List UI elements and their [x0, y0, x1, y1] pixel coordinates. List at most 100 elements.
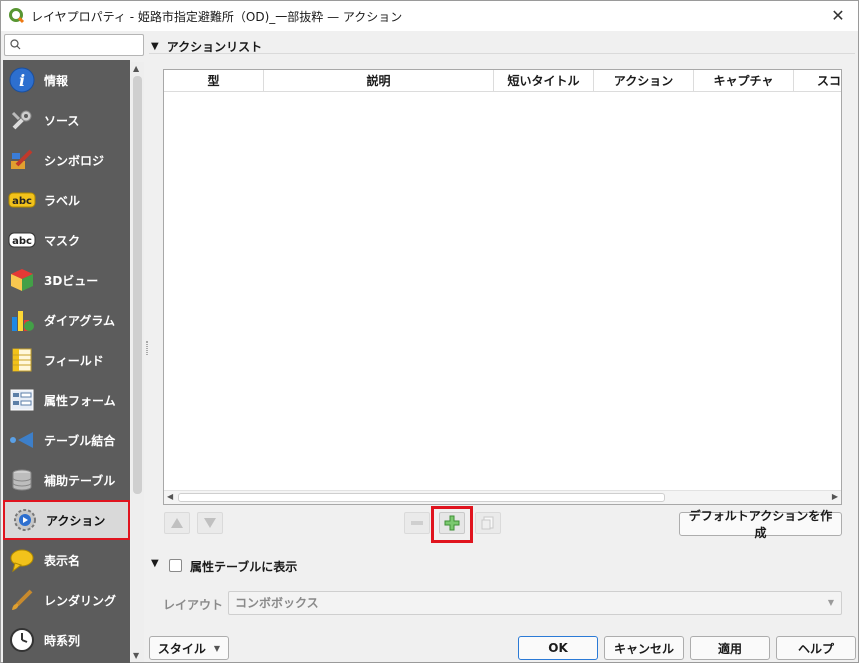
show-in-attribute-table-checkbox[interactable]: [169, 559, 182, 572]
sidebar-item-label: 補助テーブル: [44, 473, 116, 488]
search-box[interactable]: [4, 34, 144, 56]
database-icon: [8, 466, 36, 494]
layout-combobox[interactable]: コンボボックス ▼: [228, 591, 842, 615]
sidebar-item-info[interactable]: i 情報: [3, 60, 130, 100]
sidebar-item-label: 属性フォーム: [44, 393, 116, 408]
paint-brush-icon: [8, 586, 36, 614]
diagram-icon: [8, 306, 36, 334]
sidebar-item-label: レンダリング: [44, 593, 117, 608]
move-down-button[interactable]: [197, 512, 223, 534]
close-icon[interactable]: ✕: [828, 6, 848, 26]
sidebar-item-rendering[interactable]: レンダリング: [3, 580, 130, 620]
sidebar-item-diagrams[interactable]: ダイアグラム: [3, 300, 130, 340]
cube-3d-icon: [8, 266, 36, 294]
show-in-attribute-table-label-wrap: 属性テーブルに表示: [190, 558, 297, 575]
attr-table-section-header[interactable]: ▼: [151, 558, 167, 569]
sidebar-nav: i 情報 ソース シンボロジ abc ラベル abc マスク 3Dビュー ダイア…: [3, 60, 130, 663]
section-divider: [149, 53, 855, 54]
plus-icon: [444, 515, 460, 531]
window-title: レイヤプロパティ - 姫路市指定避難所（OD)_一部抜粋 — アクション: [31, 9, 403, 24]
create-default-actions-button[interactable]: デフォルトアクションを作成: [679, 509, 842, 540]
actions-table[interactable]: 型 説明 短いタイトル アクション キャプチャ スコ ◀ ▶: [163, 69, 842, 505]
scroll-up-icon[interactable]: ▲: [133, 64, 139, 73]
clock-icon: [8, 626, 36, 654]
duplicate-action-button[interactable]: [475, 512, 501, 534]
join-icon: [8, 426, 36, 454]
sidebar-scrollbar[interactable]: ▲ ▼: [131, 62, 144, 662]
fields-icon: [8, 346, 36, 374]
sidebar-item-display[interactable]: 表示名: [3, 540, 130, 580]
cancel-button[interactable]: キャンセル: [604, 636, 684, 660]
copy-icon: [481, 516, 494, 530]
column-header-type[interactable]: 型: [164, 70, 264, 91]
table-horizontal-scrollbar[interactable]: ◀ ▶: [164, 490, 841, 504]
sidebar-item-label: ソース: [44, 113, 80, 128]
label-abc-icon: abc: [8, 186, 36, 214]
scroll-down-icon[interactable]: ▼: [133, 651, 139, 660]
chevron-down-icon: ▼: [827, 598, 834, 607]
brush-icon: [8, 146, 36, 174]
column-header-scope[interactable]: スコ: [794, 70, 841, 91]
layout-combobox-value: コンボボックス: [235, 596, 319, 610]
title-bar: レイヤプロパティ - 姫路市指定避難所（OD)_一部抜粋 — アクション ✕: [1, 1, 858, 31]
sidebar-item-label: アクション: [46, 513, 106, 528]
sidebar-item-symbology[interactable]: シンボロジ: [3, 140, 130, 180]
speech-bubble-icon: [8, 546, 36, 574]
style-menu-button[interactable]: スタイル ▼: [149, 636, 229, 660]
sidebar-item-joins[interactable]: テーブル結合: [3, 420, 130, 460]
apply-button[interactable]: 適用: [690, 636, 770, 660]
layer-properties-window: レイヤプロパティ - 姫路市指定避難所（OD)_一部抜粋 — アクション ✕ i…: [0, 0, 859, 663]
qgis-logo-icon: [9, 8, 25, 24]
sidebar-item-attribute-form[interactable]: 属性フォーム: [3, 380, 130, 420]
actions-table-header: 型 説明 短いタイトル アクション キャプチャ スコ: [164, 70, 841, 92]
sidebar-scroll-thumb[interactable]: [133, 76, 142, 494]
sidebar: i 情報 ソース シンボロジ abc ラベル abc マスク 3Dビュー ダイア…: [2, 32, 144, 663]
dropdown-arrow-icon: ▼: [213, 643, 221, 653]
sidebar-item-mask[interactable]: abc マスク: [3, 220, 130, 260]
splitter-handle[interactable]: [146, 341, 148, 355]
svg-text:abc: abc: [12, 236, 32, 247]
sidebar-item-labels[interactable]: abc ラベル: [3, 180, 130, 220]
table-scroll-thumb[interactable]: [178, 493, 665, 502]
sidebar-item-label: シンボロジ: [44, 153, 105, 168]
sidebar-item-label: フィールド: [44, 353, 104, 368]
info-icon: i: [8, 66, 36, 94]
sidebar-item-label: 時系列: [44, 633, 81, 648]
sidebar-item-label: ラベル: [44, 193, 81, 208]
sidebar-item-actions[interactable]: アクション: [3, 500, 130, 540]
mask-abc-icon: abc: [8, 226, 36, 254]
layout-label: レイアウト: [163, 598, 224, 612]
svg-text:i: i: [19, 71, 25, 90]
column-header-action[interactable]: アクション: [594, 70, 694, 91]
sidebar-item-temporal[interactable]: 時系列: [3, 620, 130, 660]
sidebar-item-label: マスク: [44, 233, 81, 248]
sidebar-item-source[interactable]: ソース: [3, 100, 130, 140]
ok-button[interactable]: OK: [518, 636, 598, 660]
collapse-triangle-icon: ▼: [151, 558, 159, 569]
remove-action-button[interactable]: [404, 512, 430, 534]
search-input[interactable]: [23, 36, 141, 54]
move-up-button[interactable]: [164, 512, 190, 534]
svg-text:abc: abc: [12, 196, 32, 207]
arrow-down-icon: [204, 518, 216, 528]
search-icon: [10, 39, 21, 50]
sidebar-item-fields[interactable]: フィールド: [3, 340, 130, 380]
help-button[interactable]: ヘルプ: [776, 636, 856, 660]
minus-icon: [411, 521, 423, 525]
style-button-label: スタイル: [157, 641, 206, 656]
scroll-left-icon[interactable]: ◀: [167, 492, 173, 501]
form-icon: [8, 386, 36, 414]
column-header-description[interactable]: 説明: [264, 70, 494, 91]
column-header-capture[interactable]: キャプチャ: [694, 70, 794, 91]
arrow-up-icon: [171, 518, 183, 528]
scroll-right-icon[interactable]: ▶: [832, 492, 838, 501]
sidebar-item-label: 情報: [44, 73, 69, 88]
add-action-button[interactable]: [439, 512, 465, 534]
sidebar-item-label: テーブル結合: [44, 433, 116, 448]
sidebar-item-label: ダイアグラム: [44, 313, 116, 328]
wrench-icon: [8, 106, 36, 134]
sidebar-item-3d-view[interactable]: 3Dビュー: [3, 260, 130, 300]
column-header-short-title[interactable]: 短いタイトル: [494, 70, 594, 91]
sidebar-item-auxiliary-storage[interactable]: 補助テーブル: [3, 460, 130, 500]
sidebar-item-label: 表示名: [44, 553, 81, 568]
